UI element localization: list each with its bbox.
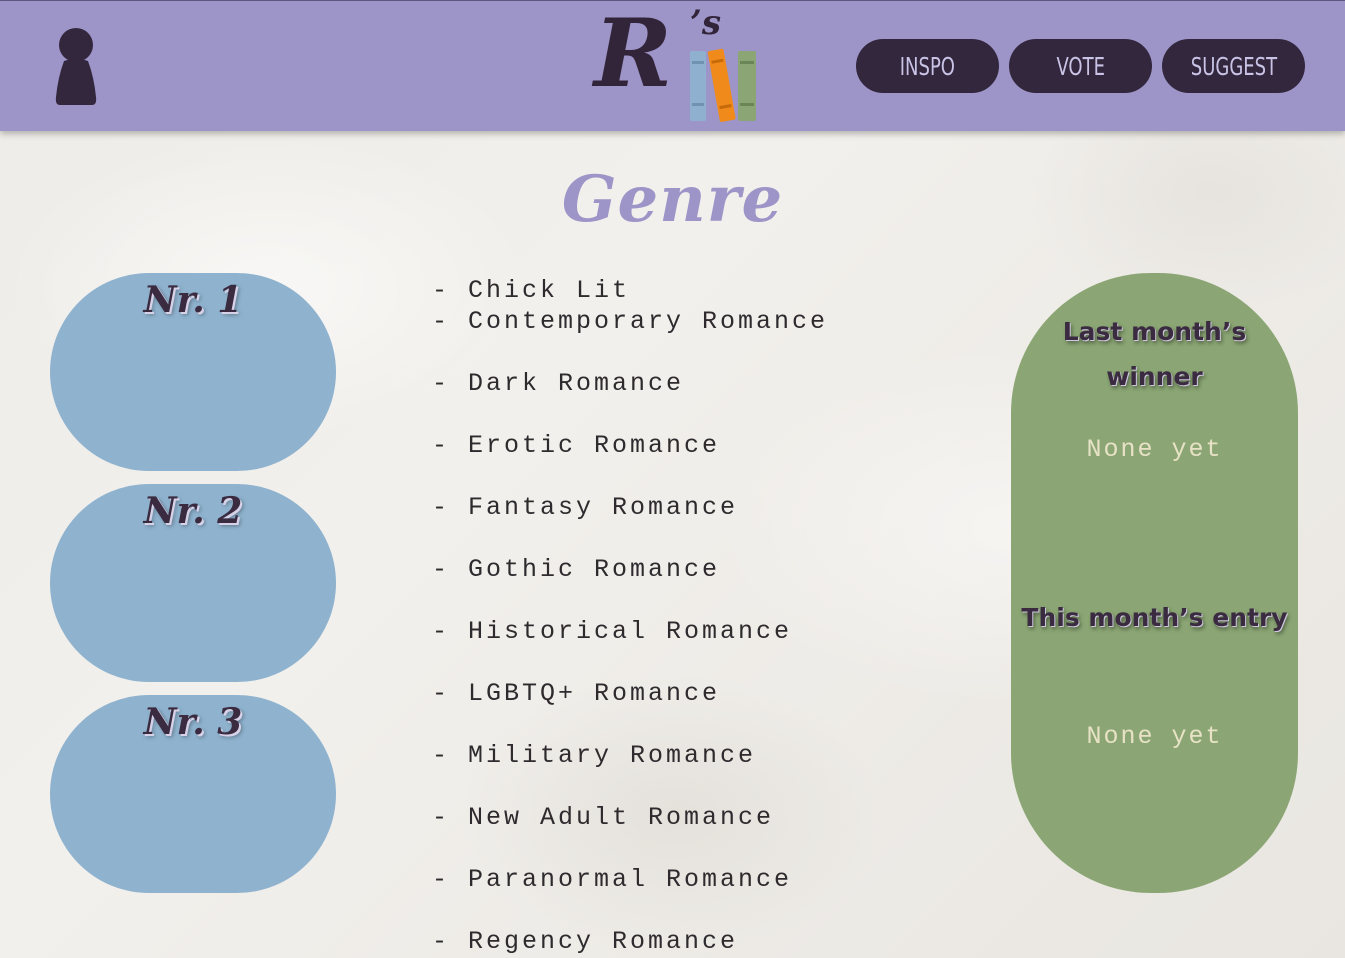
nav-vote-label: VOTE [1056, 51, 1105, 81]
rank-label: Nr. 2 [143, 490, 243, 532]
genre-item[interactable]: - Gothic Romance [432, 555, 720, 584]
genre-item[interactable]: - LGBTQ+ Romance [432, 679, 720, 708]
genre-item[interactable]: - Contemporary Romance [432, 307, 828, 336]
nav-vote-button[interactable]: VOTE [1009, 39, 1152, 93]
books-icon [690, 48, 756, 122]
genre-item[interactable]: - Dark Romance [432, 369, 684, 398]
last-month-heading: Last month’s winner [1062, 317, 1247, 391]
rank-label: Nr. 1 [143, 279, 243, 321]
genre-item[interactable]: - Military Romance [432, 741, 756, 770]
site-header: R ’s INSPO VOTE SUGGEST [0, 0, 1345, 131]
nav-inspo-button[interactable]: INSPO [856, 39, 999, 93]
this-month-heading: This month’s entry [1021, 603, 1288, 632]
this-month-value: None yet [1086, 722, 1223, 751]
genre-item[interactable]: - New Adult Romance [432, 803, 774, 832]
genre-item[interactable]: - Fantasy Romance [432, 493, 738, 522]
genre-item[interactable]: - Historical Romance [432, 617, 792, 646]
last-month-value: None yet [1086, 435, 1223, 464]
rank-slot-1[interactable]: Nr. 1 [50, 273, 336, 471]
rank-label: Nr. 3 [143, 701, 243, 743]
rank-slot-2[interactable]: Nr. 2 [50, 484, 336, 682]
nav-suggest-label: SUGGEST [1190, 51, 1277, 81]
winner-panel: Last month’s winner None yet This month’… [1011, 273, 1298, 893]
logo-suffix: ’s [690, 3, 721, 43]
site-logo[interactable]: R ’s [590, 0, 770, 125]
genre-item[interactable]: - Erotic Romance [432, 431, 720, 460]
nav-suggest-button[interactable]: SUGGEST [1162, 39, 1305, 93]
genre-item[interactable]: - Chick Lit [432, 276, 630, 305]
genre-item[interactable]: - Paranormal Romance [432, 865, 792, 894]
nav-inspo-label: INSPO [899, 51, 956, 81]
rank-slot-3[interactable]: Nr. 3 [50, 695, 336, 893]
profile-icon[interactable] [52, 27, 100, 107]
page-title: Genre [561, 162, 784, 237]
genre-item[interactable]: - Regency Romance [432, 927, 738, 956]
logo-letter: R [594, 0, 672, 109]
